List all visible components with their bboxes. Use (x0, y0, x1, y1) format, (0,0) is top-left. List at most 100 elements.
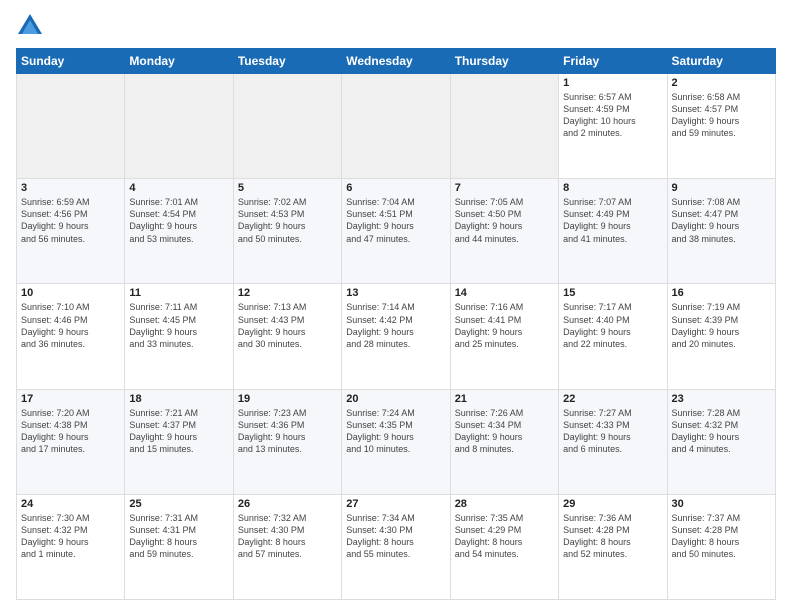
day-number: 1 (563, 77, 662, 89)
calendar-cell: 9 Sunrise: 7:08 AM Sunset: 4:47 PM Daylig… (667, 179, 775, 284)
day-info: Sunrise: 7:19 AM Sunset: 4:39 PM Dayligh… (672, 301, 771, 350)
day-info: Sunrise: 7:23 AM Sunset: 4:36 PM Dayligh… (238, 407, 337, 456)
calendar-cell: 25Sunrise: 7:31 AM Sunset: 4:31 PM Dayli… (125, 494, 233, 599)
calendar-header-monday: Monday (125, 49, 233, 74)
calendar-cell: 3 Sunrise: 6:59 AM Sunset: 4:56 PM Daylig… (17, 179, 125, 284)
calendar-cell: 17 Sunrise: 7:20 AM Sunset: 4:38 PM Dayli… (17, 389, 125, 494)
calendar-header-row: SundayMondayTuesdayWednesdayThursdayFrid… (17, 49, 776, 74)
calendar-cell: 19 Sunrise: 7:23 AM Sunset: 4:36 PM Dayli… (233, 389, 341, 494)
day-info: Sunrise: 7:16 AM Sunset: 4:41 PM Dayligh… (455, 301, 554, 350)
day-number: 4 (129, 182, 228, 194)
day-info: Sunrise: 7:10 AM Sunset: 4:46 PM Dayligh… (21, 301, 120, 350)
day-info: Sunrise: 7:08 AM Sunset: 4:47 PM Dayligh… (672, 196, 771, 245)
calendar-cell (233, 74, 341, 179)
calendar-cell: 13Sunrise: 7:14 AM Sunset: 4:42 PM Dayli… (342, 284, 450, 389)
calendar-week-1: 1 Sunrise: 6:57 AM Sunset: 4:59 PM Daylig… (17, 74, 776, 179)
calendar-header-wednesday: Wednesday (342, 49, 450, 74)
day-info: Sunrise: 7:28 AM Sunset: 4:32 PM Dayligh… (672, 407, 771, 456)
calendar-cell: 28 Sunrise: 7:35 AM Sunset: 4:29 PM Dayli… (450, 494, 558, 599)
day-number: 9 (672, 182, 771, 194)
calendar-cell (125, 74, 233, 179)
day-number: 12 (238, 287, 337, 299)
day-info: Sunrise: 7:36 AM Sunset: 4:28 PM Dayligh… (563, 512, 662, 561)
calendar-cell: 21Sunrise: 7:26 AM Sunset: 4:34 PM Dayli… (450, 389, 558, 494)
day-info: Sunrise: 7:04 AM Sunset: 4:51 PM Dayligh… (346, 196, 445, 245)
calendar-week-2: 3 Sunrise: 6:59 AM Sunset: 4:56 PM Daylig… (17, 179, 776, 284)
day-number: 29 (563, 498, 662, 510)
calendar-cell: 16 Sunrise: 7:19 AM Sunset: 4:39 PM Dayli… (667, 284, 775, 389)
day-number: 20 (346, 393, 445, 405)
calendar-week-3: 10 Sunrise: 7:10 AM Sunset: 4:46 PM Dayli… (17, 284, 776, 389)
calendar-cell (342, 74, 450, 179)
calendar-cell: 29 Sunrise: 7:36 AM Sunset: 4:28 PM Dayli… (559, 494, 667, 599)
calendar-cell: 6 Sunrise: 7:04 AM Sunset: 4:51 PM Daylig… (342, 179, 450, 284)
day-number: 13 (346, 287, 445, 299)
calendar-header-tuesday: Tuesday (233, 49, 341, 74)
calendar-cell: 4 Sunrise: 7:01 AM Sunset: 4:54 PM Daylig… (125, 179, 233, 284)
day-number: 19 (238, 393, 337, 405)
calendar-cell (450, 74, 558, 179)
day-info: Sunrise: 7:35 AM Sunset: 4:29 PM Dayligh… (455, 512, 554, 561)
day-number: 16 (672, 287, 771, 299)
day-number: 26 (238, 498, 337, 510)
day-number: 11 (129, 287, 228, 299)
day-info: Sunrise: 7:01 AM Sunset: 4:54 PM Dayligh… (129, 196, 228, 245)
calendar-cell: 5 Sunrise: 7:02 AM Sunset: 4:53 PM Daylig… (233, 179, 341, 284)
calendar-cell: 20 Sunrise: 7:24 AM Sunset: 4:35 PM Dayli… (342, 389, 450, 494)
calendar-header-sunday: Sunday (17, 49, 125, 74)
calendar-header-thursday: Thursday (450, 49, 558, 74)
calendar-cell: 23 Sunrise: 7:28 AM Sunset: 4:32 PM Dayli… (667, 389, 775, 494)
day-number: 6 (346, 182, 445, 194)
calendar-cell: 12Sunrise: 7:13 AM Sunset: 4:43 PM Dayli… (233, 284, 341, 389)
day-info: Sunrise: 6:59 AM Sunset: 4:56 PM Dayligh… (21, 196, 120, 245)
calendar-cell: 22Sunrise: 7:27 AM Sunset: 4:33 PM Dayli… (559, 389, 667, 494)
day-number: 24 (21, 498, 120, 510)
day-info: Sunrise: 7:21 AM Sunset: 4:37 PM Dayligh… (129, 407, 228, 456)
day-info: Sunrise: 7:32 AM Sunset: 4:30 PM Dayligh… (238, 512, 337, 561)
day-info: Sunrise: 7:37 AM Sunset: 4:28 PM Dayligh… (672, 512, 771, 561)
day-number: 7 (455, 182, 554, 194)
day-info: Sunrise: 7:24 AM Sunset: 4:35 PM Dayligh… (346, 407, 445, 456)
day-info: Sunrise: 7:07 AM Sunset: 4:49 PM Dayligh… (563, 196, 662, 245)
day-number: 25 (129, 498, 228, 510)
day-number: 2 (672, 77, 771, 89)
day-info: Sunrise: 7:05 AM Sunset: 4:50 PM Dayligh… (455, 196, 554, 245)
day-info: Sunrise: 7:20 AM Sunset: 4:38 PM Dayligh… (21, 407, 120, 456)
day-number: 15 (563, 287, 662, 299)
day-number: 17 (21, 393, 120, 405)
calendar-header-saturday: Saturday (667, 49, 775, 74)
day-number: 21 (455, 393, 554, 405)
calendar-cell: 7 Sunrise: 7:05 AM Sunset: 4:50 PM Daylig… (450, 179, 558, 284)
day-number: 10 (21, 287, 120, 299)
calendar-week-4: 17 Sunrise: 7:20 AM Sunset: 4:38 PM Dayli… (17, 389, 776, 494)
calendar-cell: 10 Sunrise: 7:10 AM Sunset: 4:46 PM Dayli… (17, 284, 125, 389)
calendar-cell: 27Sunrise: 7:34 AM Sunset: 4:30 PM Dayli… (342, 494, 450, 599)
day-number: 14 (455, 287, 554, 299)
day-number: 3 (21, 182, 120, 194)
day-info: Sunrise: 7:30 AM Sunset: 4:32 PM Dayligh… (21, 512, 120, 561)
day-info: Sunrise: 6:57 AM Sunset: 4:59 PM Dayligh… (563, 91, 662, 140)
day-info: Sunrise: 7:02 AM Sunset: 4:53 PM Dayligh… (238, 196, 337, 245)
calendar-cell: 30 Sunrise: 7:37 AM Sunset: 4:28 PM Dayli… (667, 494, 775, 599)
day-info: Sunrise: 7:27 AM Sunset: 4:33 PM Dayligh… (563, 407, 662, 456)
calendar-cell (17, 74, 125, 179)
day-number: 23 (672, 393, 771, 405)
calendar-cell: 14 Sunrise: 7:16 AM Sunset: 4:41 PM Dayli… (450, 284, 558, 389)
logo-icon (16, 12, 44, 40)
day-number: 28 (455, 498, 554, 510)
header (16, 12, 776, 40)
calendar-cell: 11 Sunrise: 7:11 AM Sunset: 4:45 PM Dayli… (125, 284, 233, 389)
day-info: Sunrise: 7:11 AM Sunset: 4:45 PM Dayligh… (129, 301, 228, 350)
day-number: 18 (129, 393, 228, 405)
calendar-table: SundayMondayTuesdayWednesdayThursdayFrid… (16, 48, 776, 600)
day-number: 8 (563, 182, 662, 194)
day-number: 5 (238, 182, 337, 194)
page: SundayMondayTuesdayWednesdayThursdayFrid… (0, 0, 792, 612)
day-number: 30 (672, 498, 771, 510)
calendar-cell: 26 Sunrise: 7:32 AM Sunset: 4:30 PM Dayli… (233, 494, 341, 599)
calendar-week-5: 24 Sunrise: 7:30 AM Sunset: 4:32 PM Dayli… (17, 494, 776, 599)
calendar-cell: 1 Sunrise: 6:57 AM Sunset: 4:59 PM Daylig… (559, 74, 667, 179)
calendar-cell: 8 Sunrise: 7:07 AM Sunset: 4:49 PM Daylig… (559, 179, 667, 284)
calendar-cell: 15Sunrise: 7:17 AM Sunset: 4:40 PM Dayli… (559, 284, 667, 389)
logo (16, 12, 48, 40)
